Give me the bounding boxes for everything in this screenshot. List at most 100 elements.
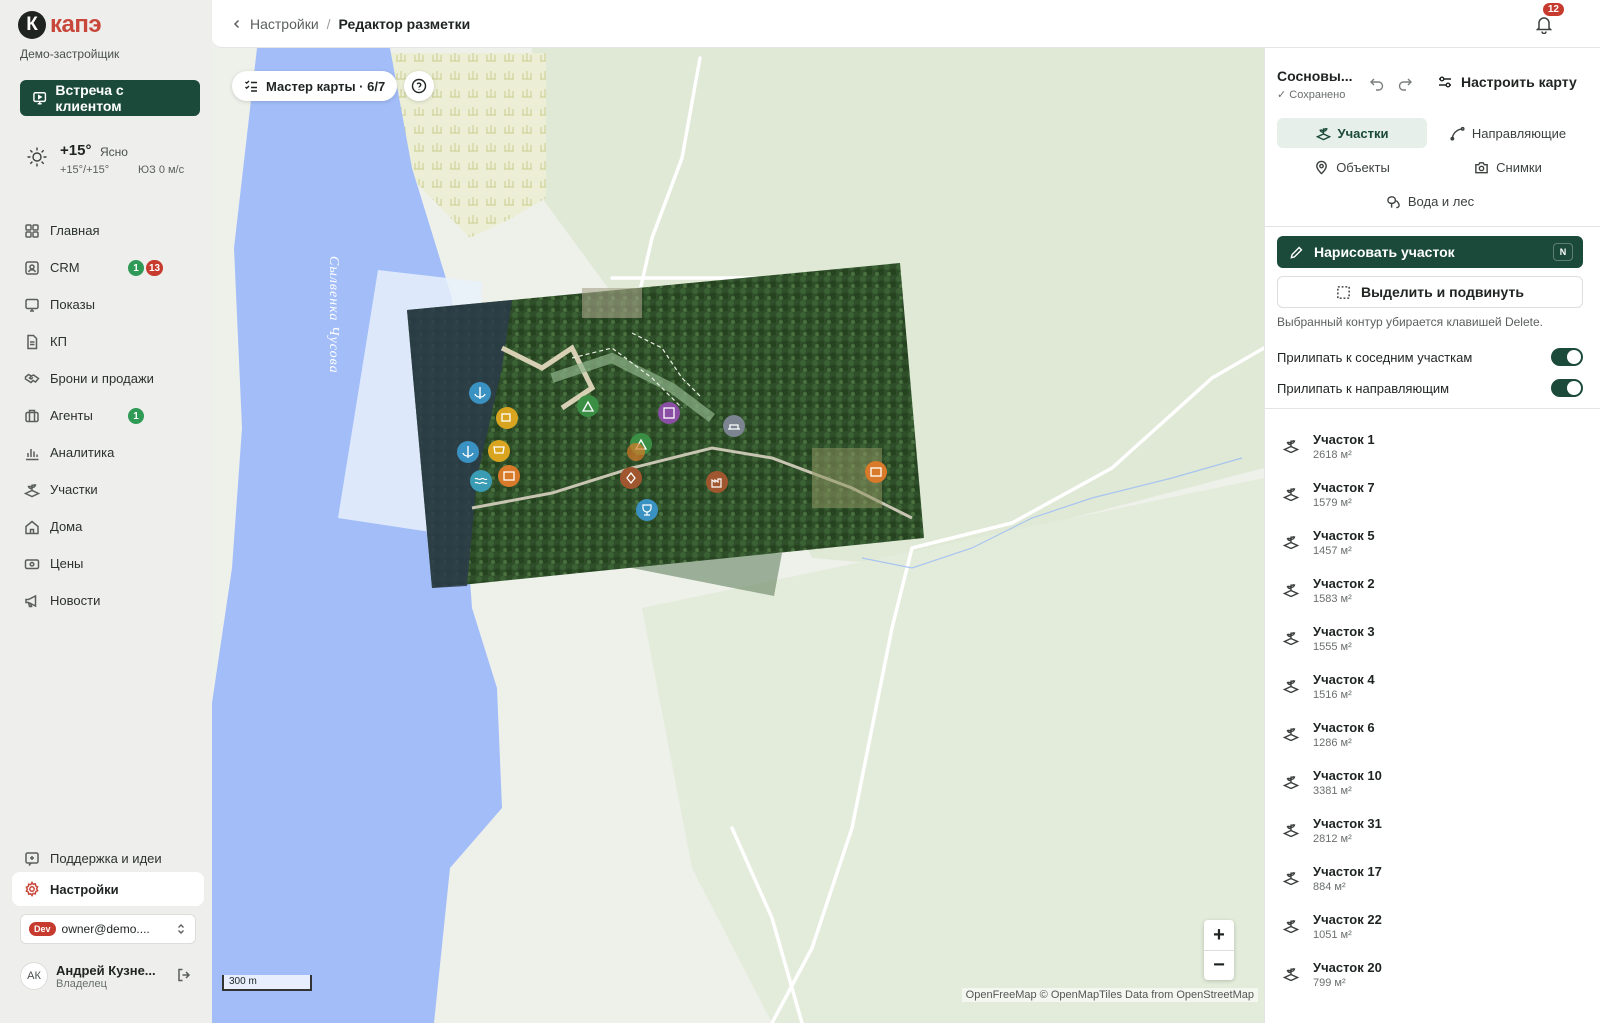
map-canvas[interactable]: Сылвенка Чусова Мастер карты · 6/7 + − 3…: [212, 48, 1264, 1023]
client-meeting-label: Встреча с клиентом: [55, 82, 124, 114]
crm-badge-overdue: 13: [146, 260, 164, 276]
shop-marker-icon[interactable]: [488, 440, 510, 462]
plot-list-item[interactable]: Участок 3 1555 м²: [1265, 614, 1600, 662]
weather-widget: +15° Ясно +15°/+15° ЮЗ 0 м/с: [26, 142, 196, 182]
plot-list-item[interactable]: Участок 7 1579 м²: [1265, 470, 1600, 518]
tree-icon: [1387, 195, 1400, 208]
tab-water-forest[interactable]: Вода и лес: [1355, 186, 1505, 216]
tab-plots[interactable]: Участки: [1277, 118, 1427, 148]
logout-icon[interactable]: [176, 967, 192, 983]
nav-item-bookings[interactable]: Брони и продажи: [20, 360, 200, 397]
client-meeting-button[interactable]: Встреча с клиентом: [20, 80, 200, 116]
plot-list-item[interactable]: Участок 5 1457 м²: [1265, 518, 1600, 566]
land-plot-icon: [1315, 127, 1331, 140]
anchor-marker-icon[interactable]: [457, 441, 479, 463]
select-move-button[interactable]: Выделить и подвинуть: [1277, 276, 1583, 308]
nav-label: Главная: [50, 223, 100, 238]
tab-objects[interactable]: Объекты: [1277, 152, 1427, 182]
map-layer[interactable]: Сылвенка Чусова: [212, 48, 1264, 1023]
chevron-left-icon[interactable]: [232, 19, 242, 29]
calendar-marker-icon[interactable]: [498, 465, 520, 487]
tent-marker-icon[interactable]: [577, 395, 599, 417]
tab-snapshots[interactable]: Снимки: [1433, 152, 1583, 182]
account-switcher[interactable]: Dev owner@demo....: [20, 914, 196, 944]
map-attribution[interactable]: OpenFreeMap © OpenMapTiles Data from Ope…: [961, 988, 1258, 1002]
calendar-marker-icon[interactable]: [865, 461, 887, 483]
plot-area: 1516 м²: [1313, 688, 1352, 701]
gazebo-marker-icon[interactable]: [723, 415, 745, 437]
agents-badge: 1: [128, 408, 144, 424]
breadcrumb-parent[interactable]: Настройки: [250, 16, 319, 32]
redo-icon[interactable]: [1397, 76, 1413, 92]
help-button[interactable]: [404, 71, 434, 101]
plot-area: 1579 м²: [1313, 496, 1352, 509]
snap-plots-toggle[interactable]: [1551, 348, 1583, 366]
nav-item-news[interactable]: Новости: [20, 582, 200, 619]
plot-name: Участок 3: [1313, 623, 1375, 639]
building-marker-icon[interactable]: [658, 402, 680, 424]
zoom-out-button[interactable]: −: [1204, 950, 1234, 980]
plot-area: 2618 м²: [1313, 448, 1352, 461]
tab-label: Участки: [1337, 125, 1389, 141]
satellite-overlay[interactable]: [407, 263, 924, 588]
factory-marker-icon[interactable]: [706, 471, 728, 493]
sliders-icon: [1439, 76, 1451, 88]
water-marker-icon[interactable]: [470, 470, 492, 492]
tab-label: Объекты: [1336, 159, 1390, 175]
plot-list-item[interactable]: Участок 6 1286 м²: [1265, 710, 1600, 758]
logo[interactable]: К капэ: [18, 11, 102, 39]
env-badge: Dev: [29, 922, 56, 936]
plot-list-item[interactable]: Участок 22 1051 м²: [1265, 902, 1600, 950]
land-plot-icon: [1283, 440, 1299, 454]
gear-icon: [25, 881, 39, 897]
nav-item-crm[interactable]: CRM 1 13: [20, 249, 200, 286]
plot-list-item[interactable]: Участок 1 2618 м²: [1265, 422, 1600, 470]
plot-info: Участок 6 1286 м²: [1313, 720, 1375, 749]
map-wizard-pill[interactable]: Мастер карты · 6/7: [232, 71, 398, 101]
draw-plot-button[interactable]: Нарисовать участок N: [1277, 236, 1583, 268]
plot-area: 2812 м²: [1313, 832, 1352, 845]
top-bar: Настройки / Редактор разметки 12: [212, 0, 1600, 48]
land-plot-icon: [1283, 728, 1299, 742]
nav-item-plots[interactable]: Участки: [20, 471, 200, 508]
banknote-icon: [24, 558, 40, 569]
user-info: Андрей Кузне... Владелец: [56, 963, 156, 990]
plot-name: Участок 17: [1313, 863, 1382, 879]
bell-icon[interactable]: [1534, 14, 1554, 34]
nav-item-agents[interactable]: Агенты 1: [20, 397, 200, 434]
nav-item-offers[interactable]: КП: [20, 323, 200, 360]
tab-guides[interactable]: Направляющие: [1433, 118, 1583, 148]
zoom-in-button[interactable]: +: [1204, 920, 1234, 950]
save-status: ✓ Сохранено: [1277, 89, 1346, 101]
user-profile[interactable]: АК Андрей Кузне... Владелец: [20, 958, 196, 994]
event-marker-icon[interactable]: [627, 443, 645, 461]
compass-marker-icon[interactable]: [620, 467, 642, 489]
snap-plots-row: Прилипать к соседним участкам: [1277, 345, 1583, 369]
snap-guides-toggle[interactable]: [1551, 379, 1583, 397]
configure-map-button[interactable]: Настроить карту: [1437, 74, 1577, 90]
layer-tabs: Участки Направляющие Объекты Снимки Вода…: [1277, 118, 1583, 224]
plot-list-item[interactable]: Участок 4 1516 м²: [1265, 662, 1600, 710]
plot-list-item[interactable]: Участок 2 1583 м²: [1265, 566, 1600, 614]
nav-item-showings[interactable]: Показы: [20, 286, 200, 323]
plot-list-item[interactable]: Участок 10 3381 м²: [1265, 758, 1600, 806]
plot-info: Участок 31 2812 м²: [1313, 816, 1382, 845]
undo-icon[interactable]: [1369, 76, 1385, 92]
nav-item-settings[interactable]: Настройки: [12, 872, 204, 906]
plot-list-item[interactable]: Участок 17 884 м²: [1265, 854, 1600, 902]
trophy-marker-icon[interactable]: [636, 499, 658, 521]
cafe-marker-icon[interactable]: [496, 407, 518, 429]
nav-label: Поддержка и идеи: [50, 851, 162, 866]
nav-item-houses[interactable]: Дома: [20, 508, 200, 545]
document-icon: [27, 334, 38, 349]
camera-icon: [1475, 161, 1488, 173]
anchor-marker-icon[interactable]: [469, 382, 491, 404]
zoom-control: + −: [1204, 920, 1234, 980]
nav-item-analytics[interactable]: Аналитика: [20, 434, 200, 471]
plot-area: 3381 м²: [1313, 784, 1352, 797]
nav-item-home[interactable]: Главная: [20, 212, 200, 249]
nav-item-prices[interactable]: Цены: [20, 545, 200, 582]
plot-list-item[interactable]: Участок 20 799 м²: [1265, 950, 1600, 998]
plot-list-item[interactable]: Участок 31 2812 м²: [1265, 806, 1600, 854]
plot-name: Участок 10: [1313, 767, 1382, 783]
